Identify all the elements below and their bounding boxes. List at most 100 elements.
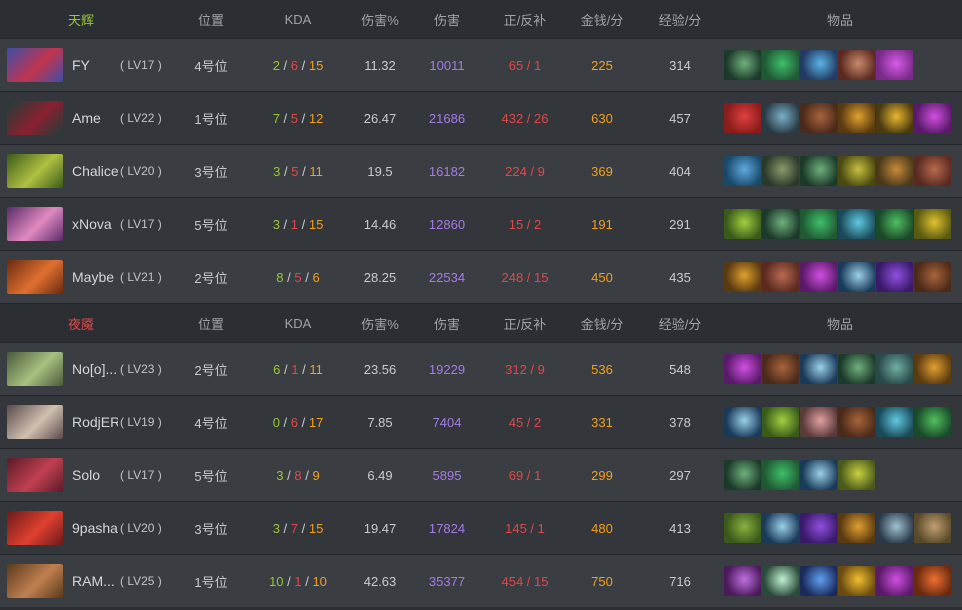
hero-portrait-icon[interactable] (7, 154, 63, 188)
item-icon[interactable] (724, 566, 761, 596)
item-icon[interactable] (876, 209, 913, 239)
item-icon[interactable] (800, 209, 837, 239)
item-icon[interactable] (724, 156, 761, 186)
hero-portrait-icon[interactable] (7, 48, 63, 82)
hero-portrait-icon[interactable] (7, 564, 63, 598)
item-icon[interactable] (800, 354, 837, 384)
item-icon[interactable] (762, 103, 799, 133)
item-icon[interactable] (838, 566, 875, 596)
header-kda[interactable]: KDA (242, 12, 354, 27)
header-gpm[interactable]: 金钱/分 (562, 314, 642, 333)
item-icon[interactable] (724, 407, 761, 437)
item-icon[interactable] (838, 513, 875, 543)
hero-portrait-icon[interactable] (7, 352, 63, 386)
item-icon[interactable] (876, 103, 913, 133)
item-icon[interactable] (800, 103, 837, 133)
item-icon[interactable] (724, 209, 761, 239)
header-damage[interactable]: 伤害 (406, 10, 488, 29)
player-name[interactable]: RAM... (72, 573, 118, 589)
item-icon[interactable] (876, 156, 913, 186)
player-row[interactable]: 9pasha( LV20 ) 3号位 3 / 7 / 15 19.47 17824 145… (0, 501, 962, 554)
player-row[interactable]: Maybe( LV21 ) 2号位 8 / 5 / 6 28.25 22534 248 /… (0, 250, 962, 303)
item-icon[interactable] (800, 566, 837, 596)
header-position[interactable]: 位置 (180, 10, 242, 29)
item-icon[interactable] (724, 513, 761, 543)
item-icon[interactable] (800, 50, 837, 80)
item-icon[interactable] (800, 460, 837, 490)
item-icon[interactable] (724, 262, 761, 292)
item-icon[interactable] (762, 513, 799, 543)
player-row[interactable]: FY( LV17 ) 4号位 2 / 6 / 15 11.32 10011 65 / 1 2… (0, 38, 962, 91)
header-damage-pct[interactable]: 伤害% (354, 314, 406, 333)
hero-portrait-icon[interactable] (7, 458, 63, 492)
item-icon[interactable] (838, 262, 875, 292)
item-icon[interactable] (876, 407, 913, 437)
item-icon[interactable] (800, 156, 837, 186)
item-icon[interactable] (724, 460, 761, 490)
item-icon[interactable] (800, 513, 837, 543)
item-icon[interactable] (876, 50, 913, 80)
item-icon[interactable] (762, 460, 799, 490)
player-row[interactable]: xNova( LV17 ) 5号位 3 / 1 / 15 14.46 12860 15 /… (0, 197, 962, 250)
item-icon[interactable] (838, 209, 875, 239)
player-row[interactable]: RodjER( LV19 ) 4号位 0 / 6 / 17 7.85 7404 45 / … (0, 395, 962, 448)
item-icon[interactable] (914, 566, 951, 596)
player-name[interactable]: xNova (72, 216, 118, 232)
item-icon[interactable] (838, 407, 875, 437)
item-icon[interactable] (876, 354, 913, 384)
header-xpm[interactable]: 经验/分 (642, 314, 718, 333)
item-icon[interactable] (914, 354, 951, 384)
player-row[interactable]: No[o]...( LV23 ) 2号位 6 / 1 / 11 23.56 19229 3… (0, 342, 962, 395)
player-row[interactable]: Solo( LV17 ) 5号位 3 / 8 / 9 6.49 5895 69 / 1 29… (0, 448, 962, 501)
item-icon[interactable] (838, 354, 875, 384)
hero-portrait-icon[interactable] (7, 101, 63, 135)
item-icon[interactable] (838, 50, 875, 80)
header-last-hits[interactable]: 正/反补 (488, 10, 562, 29)
item-icon[interactable] (724, 354, 761, 384)
item-icon[interactable] (724, 50, 761, 80)
item-icon[interactable] (762, 566, 799, 596)
item-icon[interactable] (762, 50, 799, 80)
item-icon[interactable] (724, 103, 761, 133)
hero-portrait-icon[interactable] (7, 511, 63, 545)
item-icon[interactable] (838, 460, 875, 490)
hero-portrait-icon[interactable] (7, 405, 63, 439)
item-icon[interactable] (914, 156, 951, 186)
item-icon[interactable] (914, 407, 951, 437)
player-name[interactable]: Solo (72, 467, 118, 483)
header-xpm[interactable]: 经验/分 (642, 10, 718, 29)
header-kda[interactable]: KDA (242, 316, 354, 331)
item-icon[interactable] (762, 262, 799, 292)
player-row[interactable]: Chalice( LV20 ) 3号位 3 / 5 / 11 19.5 16182 224… (0, 144, 962, 197)
item-icon[interactable] (914, 262, 951, 292)
item-icon[interactable] (800, 407, 837, 437)
item-icon[interactable] (762, 156, 799, 186)
player-name[interactable]: Chalice (72, 163, 118, 179)
player-name[interactable]: No[o]... (72, 361, 118, 377)
hero-portrait-icon[interactable] (7, 260, 63, 294)
header-damage-pct[interactable]: 伤害% (354, 10, 406, 29)
player-row[interactable]: Ame( LV22 ) 1号位 7 / 5 / 12 26.47 21686 432 / … (0, 91, 962, 144)
item-icon[interactable] (914, 103, 951, 133)
hero-portrait-icon[interactable] (7, 207, 63, 241)
item-icon[interactable] (876, 262, 913, 292)
player-name[interactable]: Maybe (72, 269, 118, 285)
item-icon[interactable] (838, 103, 875, 133)
player-name[interactable]: 9pasha (72, 520, 118, 536)
item-icon[interactable] (838, 156, 875, 186)
item-icon[interactable] (800, 262, 837, 292)
header-gpm[interactable]: 金钱/分 (562, 10, 642, 29)
item-icon[interactable] (762, 407, 799, 437)
item-icon[interactable] (914, 209, 951, 239)
header-damage[interactable]: 伤害 (406, 314, 488, 333)
item-icon[interactable] (914, 513, 951, 543)
player-name[interactable]: Ame (72, 110, 118, 126)
player-name[interactable]: FY (72, 57, 118, 73)
player-name[interactable]: RodjER (72, 414, 118, 430)
item-icon[interactable] (762, 354, 799, 384)
item-icon[interactable] (762, 209, 799, 239)
header-position[interactable]: 位置 (180, 314, 242, 333)
item-icon[interactable] (876, 513, 913, 543)
player-row[interactable]: RAM...( LV25 ) 1号位 10 / 1 / 10 42.63 35377 45… (0, 554, 962, 607)
item-icon[interactable] (876, 566, 913, 596)
